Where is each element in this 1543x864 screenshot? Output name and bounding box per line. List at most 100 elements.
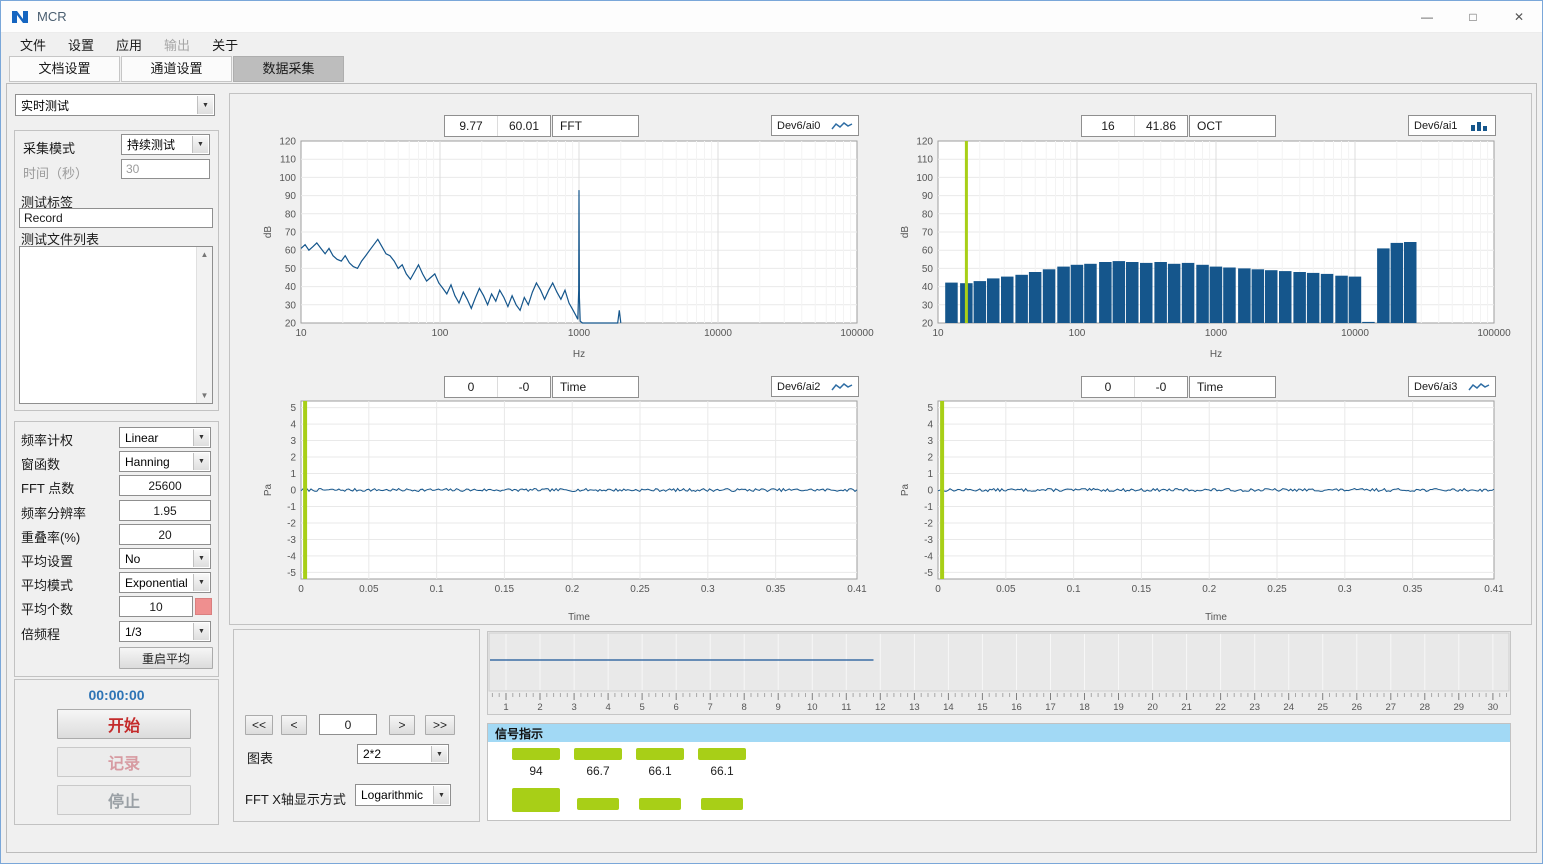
svg-text:0: 0: [290, 486, 296, 497]
param-label-2: 窗函数: [21, 454, 60, 473]
signal-level-value-2: 66.7: [574, 764, 622, 778]
svg-text:26: 26: [1352, 702, 1363, 713]
svg-text:Hz: Hz: [1210, 349, 1222, 360]
scroll-up-icon[interactable]: ▲: [201, 247, 209, 262]
scroll-down-icon[interactable]: ▼: [201, 388, 209, 403]
svg-text:0.25: 0.25: [630, 584, 650, 595]
svg-text:0: 0: [935, 584, 941, 595]
svg-text:0.35: 0.35: [1403, 584, 1423, 595]
param-label-3: FFT 点数: [21, 478, 74, 497]
svg-text:60: 60: [922, 246, 934, 257]
nav-first-button[interactable]: <<: [245, 715, 273, 735]
svg-text:6: 6: [674, 702, 679, 713]
restart-average-button[interactable]: 重启平均: [119, 647, 213, 669]
svg-text:80: 80: [285, 209, 297, 220]
svg-text:0.2: 0.2: [1202, 584, 1216, 595]
svg-text:3: 3: [571, 702, 576, 713]
time-chart-ai2-device-label: Dev6/ai2: [777, 381, 820, 393]
param-input-3[interactable]: 25600: [119, 475, 211, 496]
param-input-8[interactable]: 10: [119, 596, 193, 617]
svg-text:2: 2: [537, 702, 542, 713]
svg-text:0.3: 0.3: [701, 584, 715, 595]
param-select-9[interactable]: 1/3▼: [119, 621, 211, 642]
svg-text:12: 12: [875, 702, 886, 713]
svg-text:4: 4: [290, 420, 296, 431]
signal-level-value-3: 66.1: [636, 764, 684, 778]
svg-text:1: 1: [290, 469, 296, 480]
svg-text:40: 40: [922, 282, 934, 293]
signal-indicator-header: 信号指示: [488, 724, 1510, 742]
param-select-7[interactable]: Exponential▼: [119, 572, 211, 593]
nav-next-button[interactable]: >: [389, 715, 415, 735]
nav-last-button[interactable]: >>: [425, 715, 455, 735]
svg-text:dB: dB: [263, 226, 274, 239]
param-label-8: 平均个数: [21, 599, 73, 618]
chevron-down-icon: ▼: [197, 96, 213, 114]
chevron-down-icon: ▼: [433, 786, 449, 804]
svg-text:3: 3: [927, 436, 933, 447]
file-list-scrollbar[interactable]: ▲▼: [196, 247, 212, 403]
svg-text:80: 80: [922, 209, 934, 220]
param-input-5[interactable]: 20: [119, 524, 211, 545]
start-button[interactable]: 开始: [57, 709, 191, 739]
nav-position-input[interactable]: 0: [319, 714, 377, 735]
stop-button[interactable]: 停止: [57, 785, 191, 815]
svg-text:70: 70: [922, 228, 934, 239]
svg-text:1000: 1000: [568, 328, 591, 339]
signal-level-bar2-2: [577, 798, 619, 810]
oct-chart[interactable]: 2030405060708090100110120101001000100001…: [875, 133, 1517, 361]
chart-layout-select[interactable]: 2*2▼: [357, 744, 449, 764]
svg-text:0.05: 0.05: [359, 584, 379, 595]
svg-text:21: 21: [1181, 702, 1192, 713]
svg-text:50: 50: [922, 264, 934, 275]
svg-text:10: 10: [807, 702, 818, 713]
record-button[interactable]: 记录: [57, 747, 191, 777]
svg-text:5: 5: [639, 702, 644, 713]
svg-text:-5: -5: [924, 568, 933, 579]
signal-level-bar-4: [698, 748, 746, 760]
svg-text:17: 17: [1045, 702, 1056, 713]
test-file-list[interactable]: ▲▼: [19, 246, 213, 404]
svg-text:22: 22: [1215, 702, 1226, 713]
svg-text:29: 29: [1454, 702, 1465, 713]
svg-text:0.15: 0.15: [495, 584, 515, 595]
acq-mode-select[interactable]: 持续测试▼: [121, 134, 210, 155]
param-select-6[interactable]: No▼: [119, 548, 211, 569]
chevron-down-icon: ▼: [193, 429, 209, 446]
svg-text:28: 28: [1420, 702, 1431, 713]
svg-text:Hz: Hz: [573, 349, 585, 360]
svg-text:30: 30: [922, 300, 934, 311]
svg-text:120: 120: [279, 137, 296, 148]
realtime-test-select[interactable]: 实时测试▼: [15, 94, 215, 116]
time-chart-ai3[interactable]: -5-4-3-2-101234500.050.10.150.20.250.30.…: [875, 394, 1517, 624]
nav-prev-button[interactable]: <: [281, 715, 307, 735]
param-input-4[interactable]: 1.95: [119, 500, 211, 521]
time-seconds-input: 30: [121, 159, 210, 179]
svg-text:14: 14: [943, 702, 954, 713]
test-label-input[interactable]: Record: [19, 208, 213, 228]
param-label-5: 重叠率(%): [21, 527, 80, 546]
chevron-down-icon: ▼: [431, 746, 447, 762]
svg-text:-3: -3: [924, 535, 933, 546]
param-select-2[interactable]: Hanning▼: [119, 451, 211, 472]
svg-text:20: 20: [1147, 702, 1158, 713]
fft-xaxis-mode-select[interactable]: Logarithmic▼: [355, 784, 451, 806]
fft-chart[interactable]: 2030405060708090100110120101001000100001…: [238, 133, 880, 361]
time-chart-ai2[interactable]: -5-4-3-2-101234500.050.10.150.20.250.30.…: [238, 394, 880, 624]
line-chart-icon: [1468, 381, 1490, 393]
svg-text:0.35: 0.35: [766, 584, 786, 595]
average-count-alert-flag: [195, 598, 212, 615]
svg-text:100: 100: [279, 173, 296, 184]
param-label-7: 平均模式: [21, 575, 73, 594]
svg-text:10: 10: [932, 328, 944, 339]
param-select-1[interactable]: Linear▼: [119, 427, 211, 448]
chevron-down-icon: ▼: [193, 453, 209, 470]
svg-text:15: 15: [977, 702, 988, 713]
record-timeline[interactable]: 1234567891011121314151617181920212223242…: [487, 631, 1511, 717]
svg-text:dB: dB: [900, 226, 911, 239]
svg-text:60: 60: [285, 246, 297, 257]
param-label-1: 频率计权: [21, 430, 73, 449]
svg-text:1000: 1000: [1205, 328, 1228, 339]
svg-text:90: 90: [922, 191, 934, 202]
param-label-9: 倍频程: [21, 624, 60, 643]
